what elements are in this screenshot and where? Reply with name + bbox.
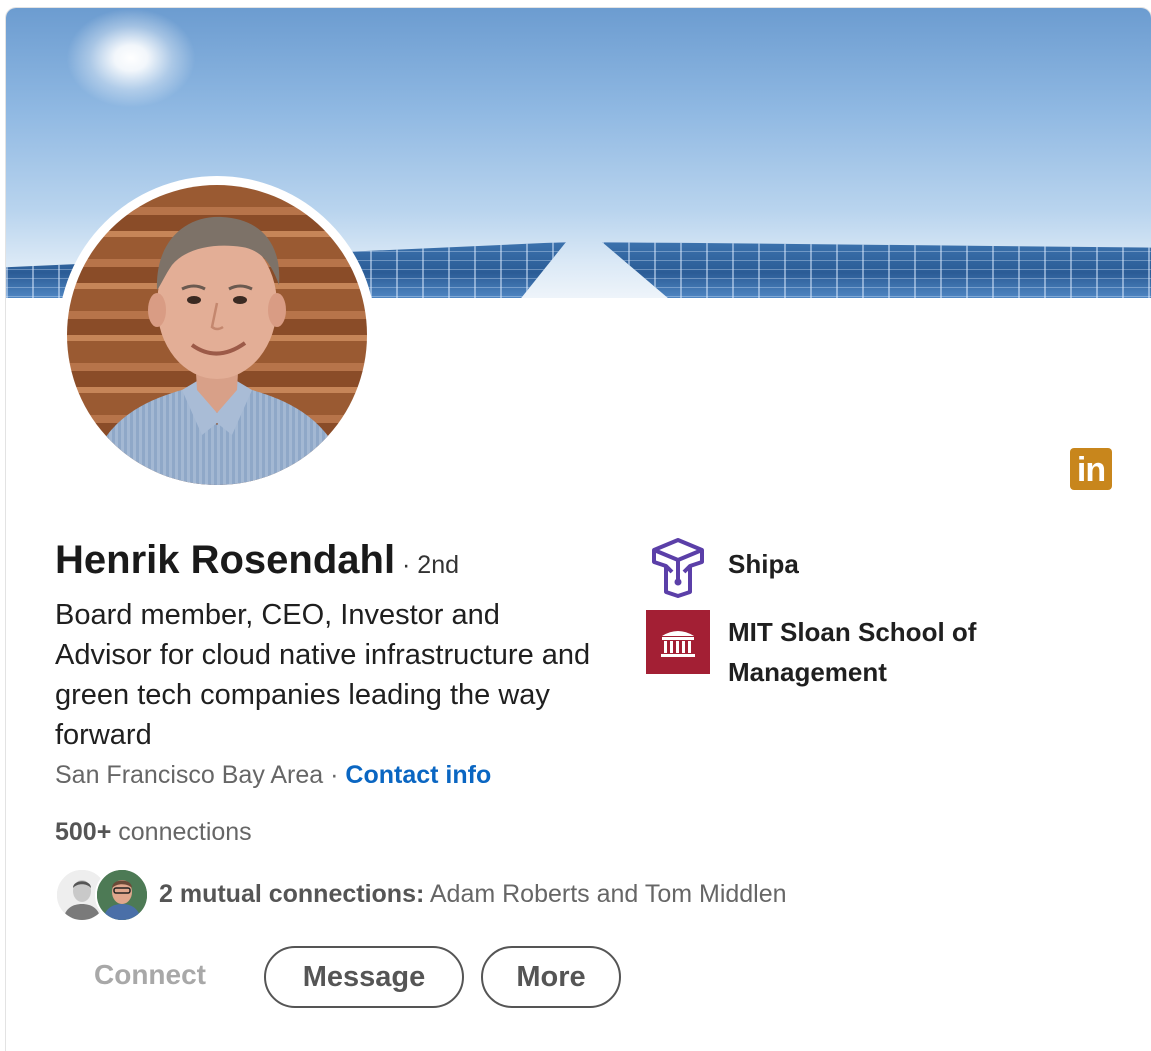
mutual-names: Adam Roberts and Tom Middlen [424,880,787,908]
location-line: San Francisco Bay Area · Contact info [55,761,491,790]
profile-location: San Francisco Bay Area · [55,761,346,789]
profile-photo[interactable] [67,185,367,485]
connections-count[interactable]: 500+ connections [55,818,252,847]
connect-button[interactable]: Connect [88,958,212,992]
sun-glow [66,8,196,108]
mutual-count-label: 2 mutual connections: [159,880,425,908]
contact-info-link[interactable]: Contact info [345,761,491,789]
mutual-connections-text: 2 mutual connections: Adam Roberts and T… [159,880,787,909]
message-button[interactable]: Message [264,946,464,1008]
company-name-shipa: Shipa [728,549,799,579]
connections-number: 500+ [55,818,112,846]
profile-name: Henrik Rosendahl [55,538,396,582]
more-button[interactable]: More [481,946,621,1008]
name-line: Henrik Rosendahl · 2nd [55,538,459,583]
connection-degree: · 2nd [395,551,460,579]
mit-logo-icon [646,610,710,674]
school-name-mit: MIT Sloan School of Management [728,617,977,687]
connections-label: connections [111,818,252,846]
person-illustration [87,216,349,485]
linkedin-logo-icon: in [1070,448,1112,490]
shipa-logo-icon [646,536,710,600]
profile-headline: Board member, CEO, Investor and Advisor … [55,599,591,751]
mutual-avatars [55,866,151,922]
mutual-avatar-2 [95,868,149,922]
solar-panels-right [602,242,1151,298]
profile-card: in Henrik Rosendahl · 2nd Board member, … [6,8,1151,1051]
